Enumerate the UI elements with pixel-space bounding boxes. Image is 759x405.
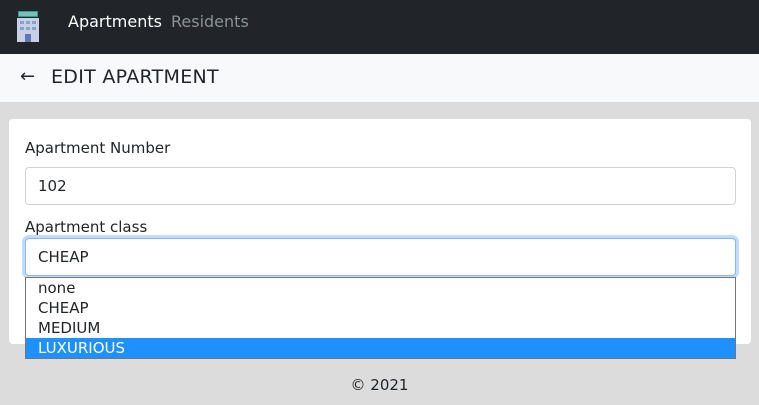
apartment-number-label: Apartment Number (25, 139, 171, 157)
top-navbar: Apartments Residents (0, 0, 759, 54)
hotel-logo-icon[interactable] (15, 9, 41, 43)
dropdown-option-medium[interactable]: MEDIUM (26, 318, 735, 338)
dropdown-option-luxurious[interactable]: LUXURIOUS (26, 338, 735, 358)
nav-link-apartments[interactable]: Apartments (68, 12, 162, 32)
arrow-left-icon[interactable]: ← (20, 66, 35, 88)
page-header: ← EDIT APARTMENT (0, 54, 759, 102)
apartment-class-label: Apartment class (25, 218, 148, 236)
page-title: EDIT APARTMENT (51, 66, 219, 88)
copyright-text: © 2021 (350, 376, 409, 394)
nav-link-residents[interactable]: Residents (171, 12, 249, 32)
apartment-class-select[interactable]: CHEAP (25, 238, 736, 276)
dropdown-option-cheap[interactable]: CHEAP (26, 298, 735, 318)
dropdown-option-none[interactable]: none (26, 278, 735, 298)
apartment-number-input[interactable]: 102 (25, 167, 736, 205)
footer: © 2021 (0, 366, 759, 405)
apartment-class-dropdown: none CHEAP MEDIUM LUXURIOUS (25, 277, 736, 359)
